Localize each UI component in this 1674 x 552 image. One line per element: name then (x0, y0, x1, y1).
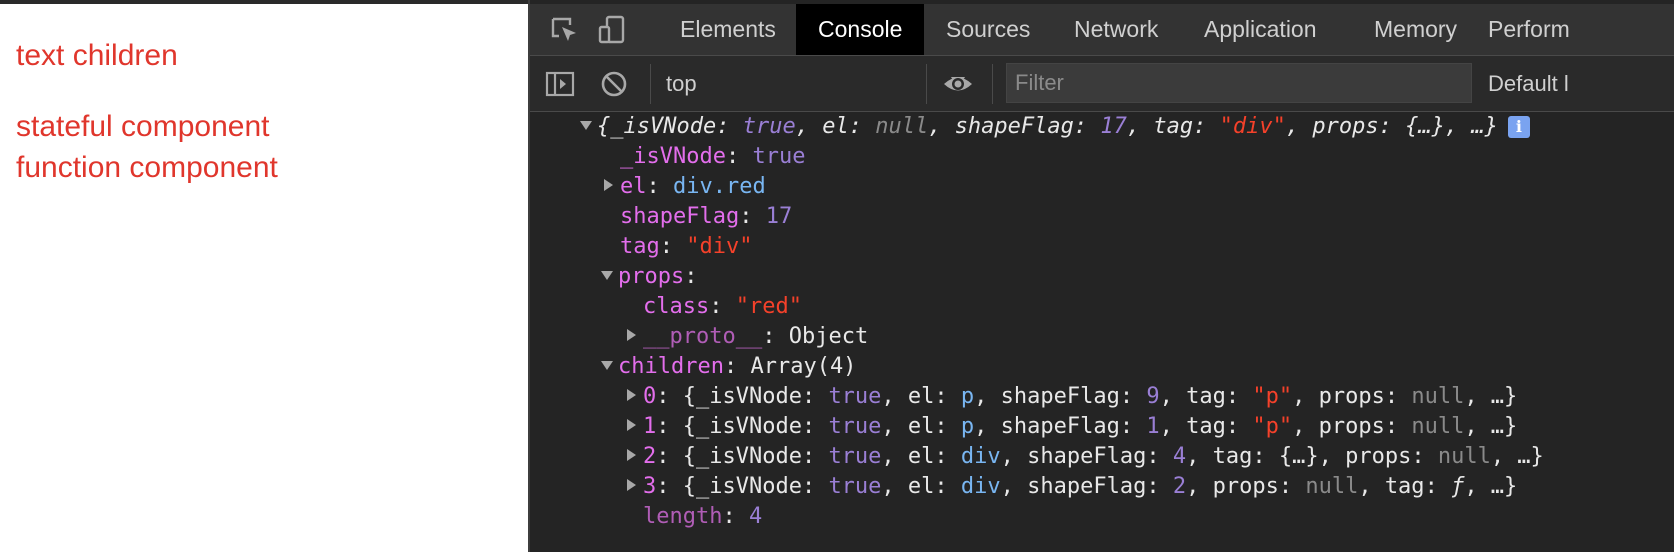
tab-application[interactable]: Application (1182, 4, 1339, 55)
expand-triangle-icon[interactable] (627, 419, 636, 431)
context-selector[interactable]: top (666, 56, 697, 111)
toolbar-divider (992, 64, 993, 104)
tab-network[interactable]: Network (1052, 4, 1180, 55)
shapeflag-property: shapeFlag: 17 (620, 204, 793, 229)
tag-property: tag: "div" (620, 234, 753, 259)
child-row[interactable]: 1: {_isVNode: true, el: p, shapeFlag: 1,… (627, 412, 1517, 442)
child-row[interactable]: 3: {_isVNode: true, el: div, shapeFlag: … (627, 472, 1517, 502)
collapse-triangle-icon[interactable] (601, 360, 613, 370)
isvnode-property: _isVNode: true (620, 144, 806, 169)
clear-console-icon[interactable] (598, 68, 630, 100)
vnode-summary-line[interactable]: {_isVNode: true, el: null, shapeFlag: 17… (580, 112, 1530, 142)
child-row[interactable]: 2: {_isVNode: true, el: div, shapeFlag: … (627, 442, 1544, 472)
tab-sources[interactable]: Sources (924, 4, 1052, 55)
expand-triangle-icon[interactable] (604, 179, 613, 191)
devtools-tab-bar: Elements Console Sources Network Applica… (530, 4, 1674, 56)
device-toolbar-icon[interactable] (596, 14, 628, 46)
expand-triangle-icon[interactable] (627, 329, 636, 341)
props-property[interactable]: props: (601, 262, 697, 292)
info-icon[interactable]: i (1507, 116, 1530, 138)
collapse-triangle-icon[interactable] (580, 120, 592, 130)
stateful-component-line: stateful component (16, 110, 270, 143)
child-row[interactable]: 0: {_isVNode: true, el: p, shapeFlag: 9,… (627, 382, 1517, 412)
expand-triangle-icon[interactable] (627, 479, 636, 491)
el-property[interactable]: el: div.red (604, 172, 766, 202)
props-proto-property[interactable]: __proto__: Object (627, 322, 868, 352)
sidebar-toggle-icon[interactable] (544, 68, 576, 100)
children-length-property: length: 4 (643, 504, 763, 529)
rendered-page: text children stateful component functio… (0, 4, 528, 552)
toolbar-divider (926, 64, 927, 104)
devtools-panel: Elements Console Sources Network Applica… (528, 0, 1674, 552)
filter-input[interactable]: Filter (1006, 63, 1472, 103)
log-levels-dropdown[interactable]: Default l (1488, 56, 1569, 111)
function-component-line: function component (16, 151, 278, 184)
live-expression-eye-icon[interactable] (942, 68, 974, 100)
collapse-triangle-icon[interactable] (601, 270, 613, 280)
inspect-element-icon[interactable] (548, 14, 580, 46)
tab-performance[interactable]: Perform (1466, 4, 1592, 55)
tab-elements[interactable]: Elements (658, 4, 798, 55)
console-toolbar: top Filter Default l (530, 56, 1674, 112)
tab-console[interactable]: Console (796, 4, 925, 55)
text-children-line: text children (16, 39, 178, 72)
expand-triangle-icon[interactable] (627, 389, 636, 401)
props-class-property: class: "red" (643, 294, 802, 319)
expand-triangle-icon[interactable] (627, 449, 636, 461)
console-output: {_isVNode: true, el: null, shapeFlag: 17… (530, 112, 1674, 552)
tab-memory[interactable]: Memory (1352, 4, 1479, 55)
children-property[interactable]: children: Array(4) (601, 352, 856, 382)
toolbar-divider (650, 64, 651, 104)
